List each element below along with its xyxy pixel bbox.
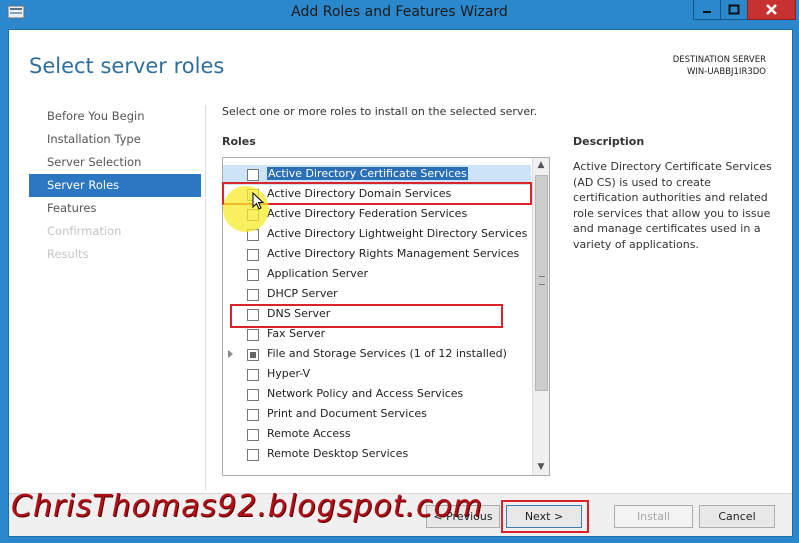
role-label: Network Policy and Access Services bbox=[267, 387, 464, 400]
role-row-ad-rights-management-services[interactable]: Active Directory Rights Management Servi… bbox=[223, 245, 531, 265]
role-label: Active Directory Certificate Services bbox=[267, 167, 468, 180]
role-row-fax-server[interactable]: Fax Server bbox=[223, 325, 531, 345]
expand-arrow-icon[interactable] bbox=[228, 350, 233, 358]
install-button: Install bbox=[614, 505, 693, 528]
title-bar[interactable]: Add Roles and Features Wizard bbox=[0, 0, 799, 27]
role-checkbox[interactable] bbox=[247, 409, 259, 421]
highlight-ad-domain-services bbox=[222, 182, 532, 205]
mouse-cursor-icon bbox=[252, 192, 265, 210]
nav-item-server-selection[interactable]: Server Selection bbox=[29, 151, 201, 174]
role-label: Active Directory Rights Management Servi… bbox=[267, 247, 520, 260]
role-checkbox[interactable] bbox=[247, 289, 259, 301]
role-label: Application Server bbox=[267, 267, 369, 280]
role-checkbox[interactable] bbox=[247, 369, 259, 381]
role-checkbox[interactable] bbox=[247, 429, 259, 441]
cancel-button[interactable]: Cancel bbox=[699, 505, 775, 528]
role-row-hyper-v[interactable]: Hyper-V bbox=[223, 365, 531, 385]
role-row-print-document-services[interactable]: Print and Document Services bbox=[223, 405, 531, 425]
scroll-thumb[interactable] bbox=[535, 175, 548, 391]
role-row-file-and-storage-services[interactable]: File and Storage Services (1 of 12 insta… bbox=[223, 345, 531, 365]
role-checkbox[interactable] bbox=[247, 449, 259, 461]
scroll-grip-icon bbox=[539, 276, 545, 285]
roles-heading: Roles bbox=[222, 135, 256, 148]
window-title: Add Roles and Features Wizard bbox=[291, 4, 508, 20]
close-button[interactable] bbox=[747, 0, 796, 20]
role-label: Active Directory Federation Services bbox=[267, 207, 468, 220]
role-row-remote-access[interactable]: Remote Access bbox=[223, 425, 531, 445]
minimize-button[interactable] bbox=[693, 0, 721, 20]
maximize-button[interactable] bbox=[720, 0, 748, 20]
description-text: Active Directory Certificate Services (A… bbox=[573, 160, 772, 251]
role-row-network-policy-access[interactable]: Network Policy and Access Services bbox=[223, 385, 531, 405]
role-label: Fax Server bbox=[267, 327, 326, 340]
description-heading: Description bbox=[573, 135, 645, 148]
role-row-remote-desktop-services[interactable]: Remote Desktop Services bbox=[223, 445, 531, 465]
role-label: Hyper-V bbox=[267, 367, 311, 380]
scroll-up-icon[interactable]: ▲ bbox=[533, 158, 549, 173]
close-icon bbox=[766, 4, 777, 15]
nav-item-server-roles[interactable]: Server Roles bbox=[29, 174, 201, 197]
role-label: DHCP Server bbox=[267, 287, 338, 300]
destination-server: DESTINATION SERVER WIN-UABBJ1IR3DO bbox=[673, 54, 766, 78]
wizard-content: Select server roles DESTINATION SERVER W… bbox=[8, 29, 793, 537]
role-checkbox[interactable] bbox=[247, 269, 259, 281]
instruction-text: Select one or more roles to install on t… bbox=[222, 105, 538, 118]
watermark-text: ChrisThomas92.blogspot.com bbox=[11, 489, 484, 524]
role-label: Remote Desktop Services bbox=[267, 447, 409, 460]
role-checkbox[interactable] bbox=[247, 349, 259, 361]
roles-scrollbar[interactable]: ▲ ▼ bbox=[532, 158, 549, 475]
minimize-icon bbox=[703, 11, 711, 13]
role-row-ad-lightweight-directory-services[interactable]: Active Directory Lightweight Directory S… bbox=[223, 225, 531, 245]
role-checkbox[interactable] bbox=[247, 329, 259, 341]
wizard-nav: Before You Begin Installation Type Serve… bbox=[29, 105, 201, 266]
maximize-icon bbox=[728, 4, 740, 15]
nav-item-features[interactable]: Features bbox=[29, 197, 201, 220]
scroll-down-icon[interactable]: ▼ bbox=[533, 460, 549, 475]
role-checkbox[interactable] bbox=[247, 169, 259, 181]
role-label: Active Directory Lightweight Directory S… bbox=[267, 227, 528, 240]
destination-value: WIN-UABBJ1IR3DO bbox=[686, 67, 766, 77]
nav-item-installation-type[interactable]: Installation Type bbox=[29, 128, 201, 151]
nav-item-confirmation: Confirmation bbox=[47, 224, 122, 238]
role-label: File and Storage Services (1 of 12 insta… bbox=[267, 347, 507, 360]
role-checkbox[interactable] bbox=[247, 389, 259, 401]
wizard-window: Add Roles and Features Wizard Select ser… bbox=[0, 0, 799, 543]
nav-divider bbox=[205, 105, 206, 490]
role-label: Remote Access bbox=[267, 427, 351, 440]
role-label: Print and Document Services bbox=[267, 407, 427, 420]
highlight-next-button bbox=[501, 500, 589, 533]
nav-item-results: Results bbox=[47, 247, 89, 261]
destination-label: DESTINATION SERVER bbox=[672, 55, 766, 65]
role-row-application-server[interactable]: Application Server bbox=[223, 265, 531, 285]
highlight-dns-server bbox=[230, 304, 503, 328]
page-title: Select server roles bbox=[29, 54, 225, 78]
nav-item-before-you-begin[interactable]: Before You Begin bbox=[29, 105, 201, 128]
role-checkbox[interactable] bbox=[247, 249, 259, 261]
role-row-dhcp-server[interactable]: DHCP Server bbox=[223, 285, 531, 305]
role-row-ad-federation-services[interactable]: Active Directory Federation Services bbox=[223, 205, 531, 225]
